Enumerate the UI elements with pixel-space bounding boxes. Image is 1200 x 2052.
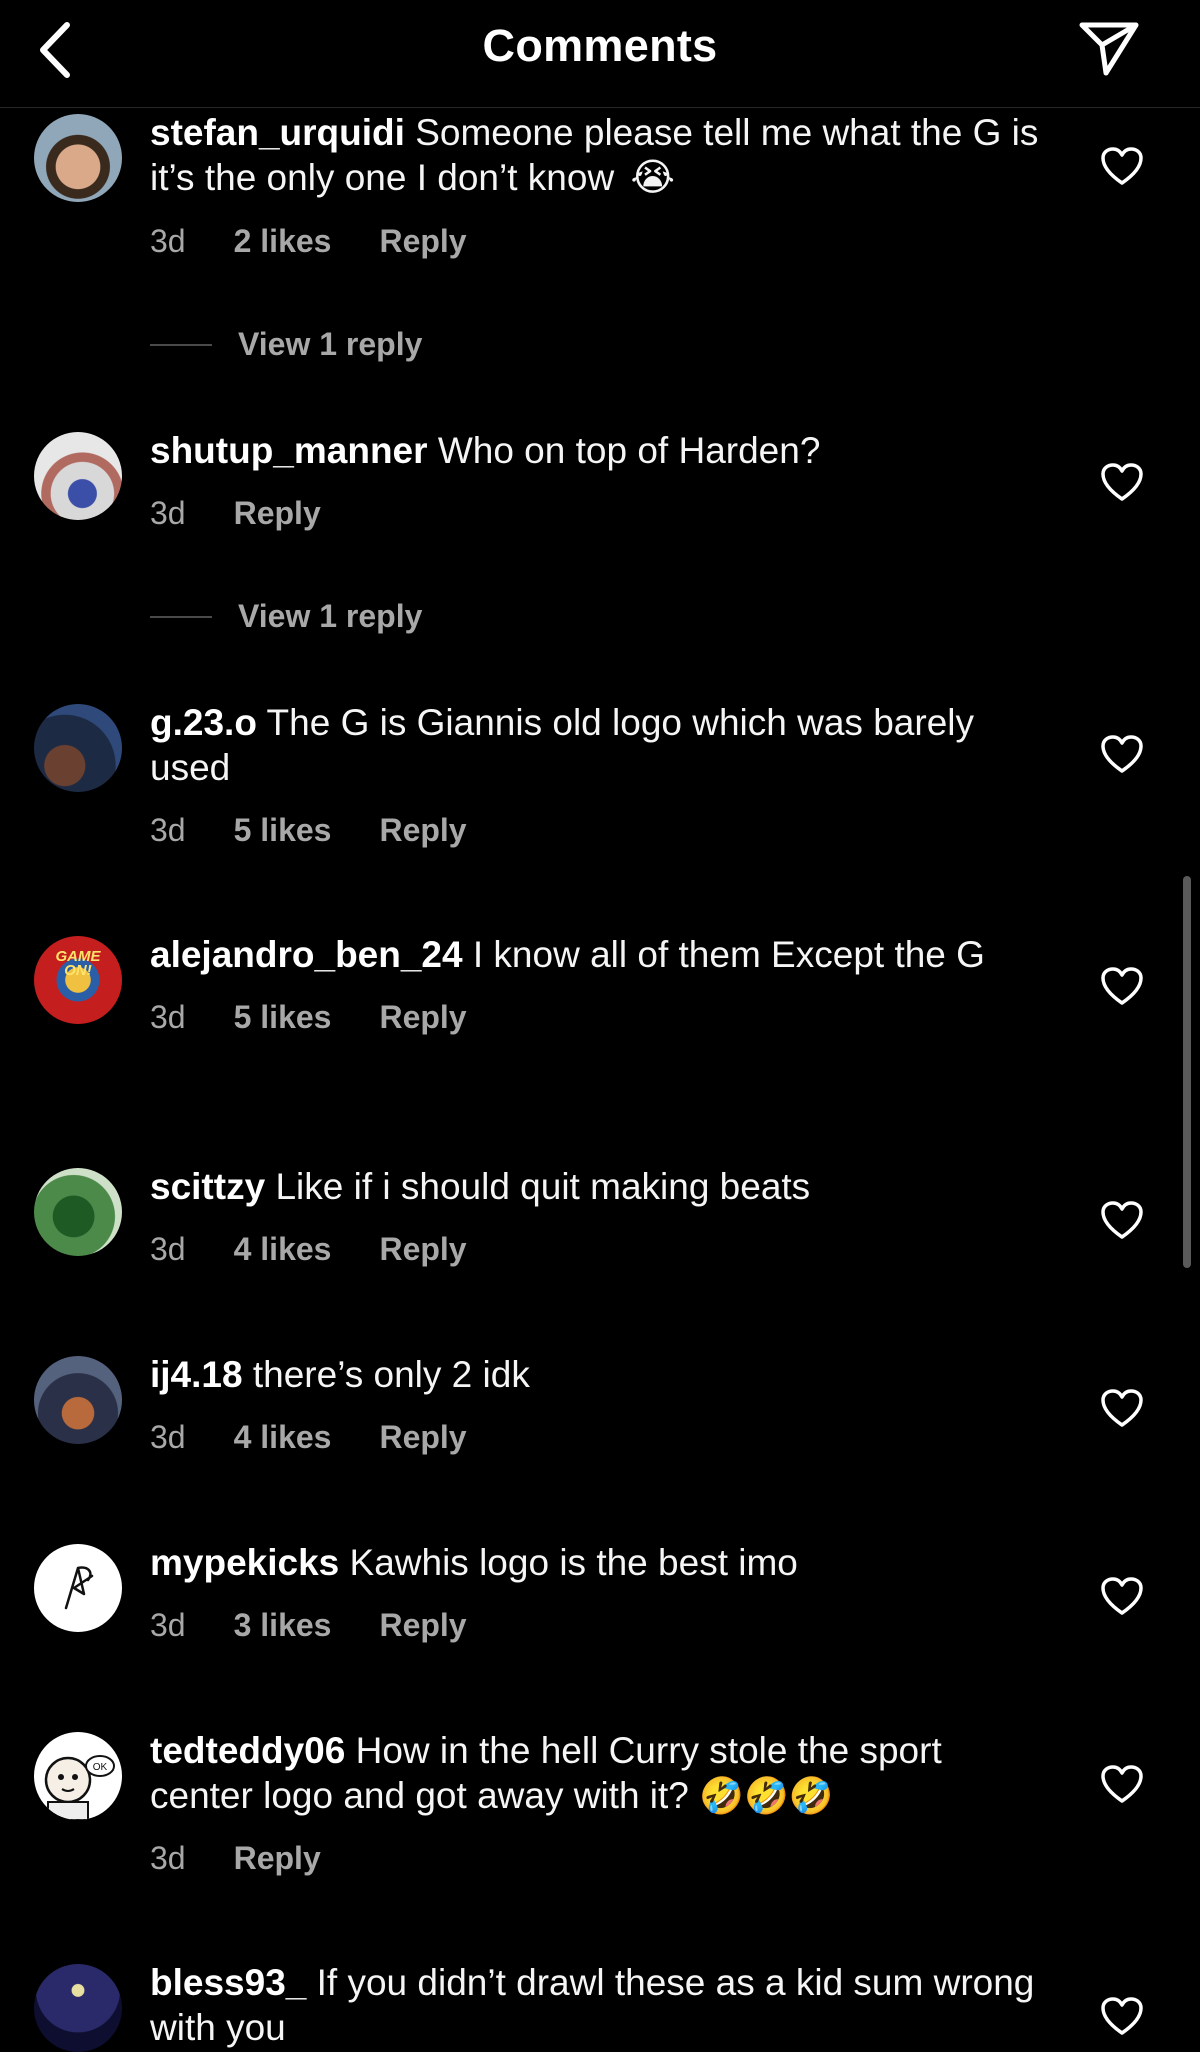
divider	[150, 343, 212, 346]
heart-icon[interactable]	[1100, 1764, 1144, 1804]
comment-time: 3d	[150, 1840, 186, 1876]
page-title: Comments	[482, 20, 718, 71]
crying-emoji: 😭	[630, 157, 675, 199]
comment-username[interactable]: tedteddy06	[150, 1730, 345, 1771]
avatar[interactable]	[34, 432, 122, 520]
comment-time: 3d	[150, 495, 186, 531]
avatar[interactable]: OK	[34, 1732, 122, 1820]
share-button[interactable]	[1076, 16, 1142, 82]
heart-icon[interactable]	[1100, 1996, 1144, 2036]
reply-button[interactable]: Reply	[379, 223, 466, 260]
comment-username[interactable]: g.23.o	[150, 702, 257, 743]
comment-text: alejandro_ben_24 I know all of them Exce…	[150, 932, 1050, 977]
view-replies-button[interactable]: View 1 reply	[150, 598, 422, 635]
view-replies-label: View 1 reply	[238, 326, 423, 362]
comment-body: The G is Giannis old logo which was bare…	[150, 702, 974, 788]
comment-username[interactable]: stefan_urquidi	[150, 112, 405, 153]
comment-username[interactable]: mypekicks	[150, 1542, 339, 1583]
comment-likes[interactable]: 4 likes	[234, 1231, 332, 1268]
avatar[interactable]	[34, 1544, 122, 1632]
view-replies-label: View 1 reply	[238, 598, 423, 634]
comment-likes[interactable]: 2 likes	[234, 223, 332, 260]
reply-button[interactable]: Reply	[379, 999, 466, 1036]
comment-body: I know all of them Except the G	[472, 934, 985, 975]
comment-text: ij4.18 there’s only 2 idk	[150, 1352, 1050, 1397]
comment-body: there’s only 2 idk	[252, 1354, 530, 1395]
comment-text: mypekicks Kawhis logo is the best imo	[150, 1540, 1050, 1585]
comment-text: tedteddy06 How in the hell Curry stole t…	[150, 1728, 1050, 1818]
comment-time: 3d	[150, 1419, 186, 1455]
comment-text: g.23.o The G is Giannis old logo which w…	[150, 700, 1050, 790]
heart-icon[interactable]	[1100, 1576, 1144, 1616]
comment-time: 3d	[150, 812, 186, 848]
laughing-emoji: 🤣🤣🤣	[699, 1775, 834, 1816]
comment-text: shutup_manner Who on top of Harden?	[150, 428, 1050, 473]
comment-likes[interactable]: 5 likes	[234, 999, 332, 1036]
avatar[interactable]: GAME ON!	[34, 936, 122, 1024]
heart-icon[interactable]	[1100, 966, 1144, 1006]
comment-username[interactable]: bless93_	[150, 1962, 306, 2003]
comment-text: scittzy Like if i should quit making bea…	[150, 1164, 1050, 1209]
heart-icon[interactable]	[1100, 1388, 1144, 1428]
comment-username[interactable]: scittzy	[150, 1166, 265, 1207]
avatar[interactable]	[34, 1168, 122, 1256]
comment-likes[interactable]: 4 likes	[234, 1419, 332, 1456]
comment-username[interactable]: shutup_manner	[150, 430, 428, 471]
comment-likes[interactable]: 3 likes	[234, 1607, 332, 1644]
comment-body: Who on top of Harden?	[437, 430, 821, 471]
signature-logo-icon	[64, 1566, 94, 1610]
comment-time: 3d	[150, 223, 186, 259]
comment-body: Kawhis logo is the best imo	[349, 1542, 798, 1583]
avatar-logo-text: GAME ON!	[55, 948, 101, 979]
heart-icon[interactable]	[1100, 734, 1144, 774]
reply-button[interactable]: Reply	[379, 1231, 466, 1268]
comment-username[interactable]: ij4.18	[150, 1354, 243, 1395]
avatar[interactable]	[34, 1964, 122, 2052]
avatar-bubble-text: OK	[93, 1762, 108, 1773]
comment-time: 3d	[150, 1607, 186, 1643]
comment-likes[interactable]: 5 likes	[234, 812, 332, 849]
avatar[interactable]	[34, 114, 122, 202]
comment-username[interactable]: alejandro_ben_24	[150, 934, 463, 975]
reply-button[interactable]: Reply	[379, 1419, 466, 1456]
scrollbar[interactable]	[1183, 876, 1191, 1268]
reply-button[interactable]: Reply	[379, 812, 466, 849]
comment-body: Like if i should quit making beats	[275, 1166, 811, 1207]
comment-time: 3d	[150, 1231, 186, 1267]
comment-text: bless93_ If you didn’t drawl these as a …	[150, 1960, 1050, 2050]
divider	[150, 615, 212, 618]
view-replies-button[interactable]: View 1 reply	[150, 326, 422, 363]
cartoon-avatar-icon: OK	[44, 1755, 115, 1820]
comment-text: stefan_urquidi Someone please tell me wh…	[150, 110, 1050, 201]
reply-button[interactable]: Reply	[234, 1840, 321, 1877]
avatar[interactable]	[34, 1356, 122, 1444]
comment-time: 3d	[150, 999, 186, 1035]
heart-icon[interactable]	[1100, 1200, 1144, 1240]
heart-icon[interactable]	[1100, 146, 1144, 186]
reply-button[interactable]: Reply	[234, 495, 321, 532]
avatar[interactable]	[34, 704, 122, 792]
reply-button[interactable]: Reply	[379, 1607, 466, 1644]
heart-icon[interactable]	[1100, 462, 1144, 502]
comments-header: Comments	[0, 0, 1200, 108]
send-icon	[1079, 22, 1139, 76]
